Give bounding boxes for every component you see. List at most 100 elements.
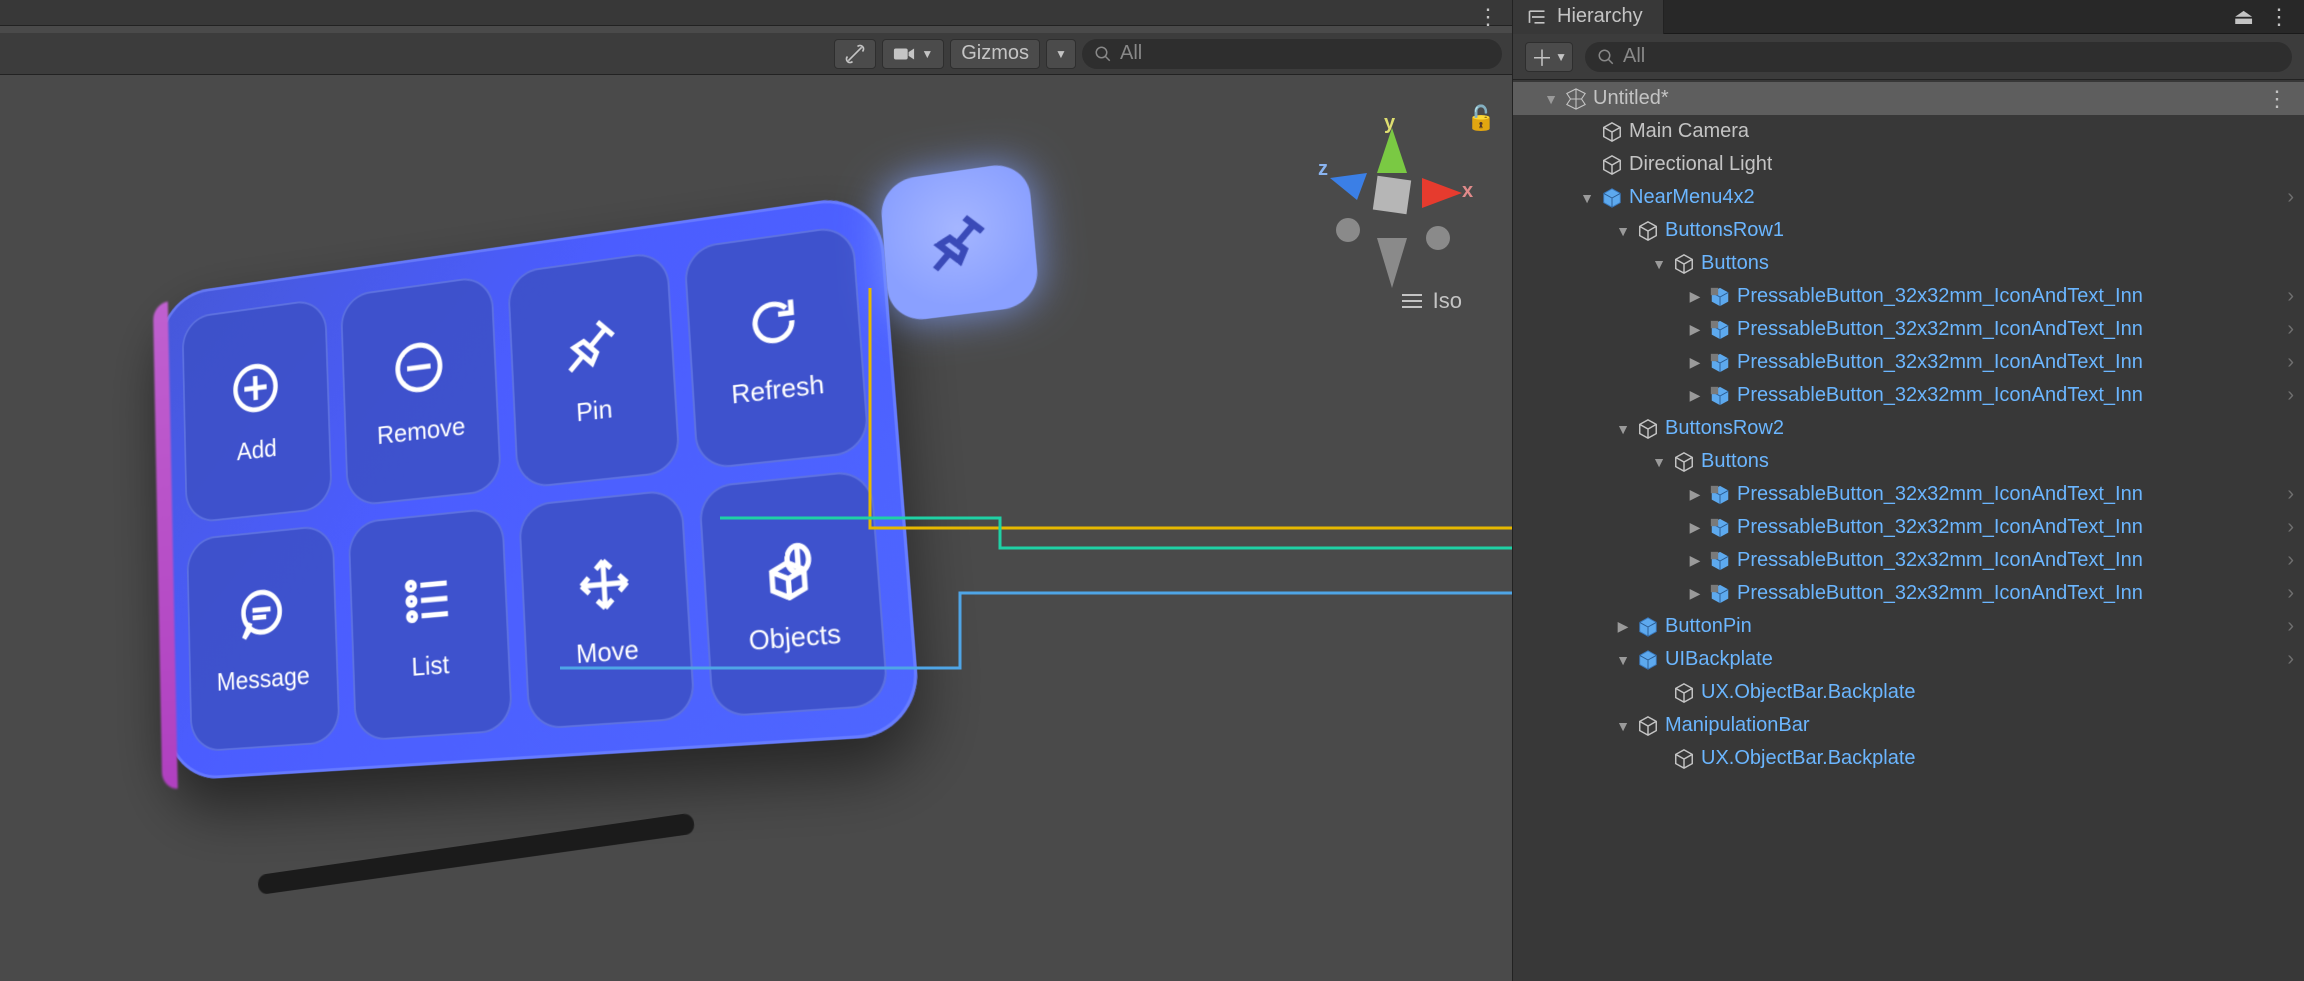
hierarchy-tabbar: Hierarchy ⏏ ⋮ xyxy=(1513,0,2304,34)
scene-tools-button[interactable] xyxy=(834,39,876,69)
panel-menu-icon[interactable]: ⋮ xyxy=(2268,4,2290,30)
hierarchy-row[interactable]: PressableButton_32x32mm_IconAndText_Inn … xyxy=(1513,478,2304,511)
prefab-open-chevron-icon[interactable]: › xyxy=(2287,582,2294,605)
hierarchy-row[interactable]: ButtonsRow1 xyxy=(1513,214,2304,247)
scene-camera-button[interactable]: ▼ xyxy=(882,39,944,69)
hierarchy-search-input[interactable]: All xyxy=(1585,42,2292,72)
foldout-arrow-icon[interactable] xyxy=(1651,454,1667,470)
gameobject-cube-icon xyxy=(1637,616,1659,638)
hierarchy-tab-label: Hierarchy xyxy=(1557,5,1643,28)
prefab-open-chevron-icon[interactable]: › xyxy=(2287,615,2294,638)
foldout-arrow-icon[interactable] xyxy=(1687,552,1703,569)
hierarchy-tab[interactable]: Hierarchy xyxy=(1513,0,1664,34)
foldout-arrow-icon[interactable] xyxy=(1687,288,1703,305)
hierarchy-row[interactable]: UX.ObjectBar.Backplate xyxy=(1513,742,2304,775)
foldout-arrow-icon[interactable] xyxy=(1687,486,1703,503)
foldout-arrow-icon[interactable] xyxy=(1615,718,1631,734)
refresh-icon xyxy=(740,287,807,357)
near-menu-button-add[interactable]: Add xyxy=(182,298,333,524)
hierarchy-item-label: PressableButton_32x32mm_IconAndText_Inn xyxy=(1737,285,2143,308)
hierarchy-row[interactable]: PressableButton_32x32mm_IconAndText_Inn … xyxy=(1513,280,2304,313)
prefab-open-chevron-icon[interactable]: › xyxy=(2287,516,2294,539)
near-menu-button-move[interactable]: Move xyxy=(518,488,696,730)
gizmos-dropdown[interactable]: Gizmos xyxy=(950,39,1040,69)
prefab-open-chevron-icon[interactable]: › xyxy=(2287,549,2294,572)
projection-toggle[interactable]: Iso xyxy=(1401,288,1462,314)
scene-search-placeholder: All xyxy=(1120,42,1142,65)
hierarchy-row[interactable]: Buttons xyxy=(1513,445,2304,478)
gameobject-cube-icon xyxy=(1601,187,1623,209)
hierarchy-create-button[interactable]: ＋ ▼ xyxy=(1525,42,1573,72)
hierarchy-row[interactable]: PressableButton_32x32mm_IconAndText_Inn … xyxy=(1513,346,2304,379)
panel-lock-icon[interactable]: ⏏ xyxy=(2233,4,2254,30)
search-icon xyxy=(1094,45,1112,63)
scene-viewport[interactable]: 🔓 y x z Iso xyxy=(0,78,1512,981)
prefab-open-chevron-icon[interactable]: › xyxy=(2287,285,2294,308)
hierarchy-row[interactable]: Buttons xyxy=(1513,247,2304,280)
foldout-arrow-icon[interactable] xyxy=(1615,618,1631,635)
prefab-open-chevron-icon[interactable]: › xyxy=(2287,351,2294,374)
hierarchy-row[interactable]: UIBackplate › xyxy=(1513,643,2304,676)
near-menu-button-list[interactable]: List xyxy=(348,507,514,742)
foldout-arrow-icon[interactable] xyxy=(1615,223,1631,239)
gizmos-label: Gizmos xyxy=(961,42,1029,65)
prefab-open-chevron-icon[interactable]: › xyxy=(2287,648,2294,671)
gameobject-cube-icon xyxy=(1673,253,1695,275)
hierarchy-row[interactable]: PressableButton_32x32mm_IconAndText_Inn … xyxy=(1513,379,2304,412)
hierarchy-row[interactable]: Directional Light xyxy=(1513,148,2304,181)
hierarchy-row[interactable]: ButtonsRow2 xyxy=(1513,412,2304,445)
axis-gizmo[interactable]: y x z xyxy=(1312,118,1472,298)
foldout-arrow-icon[interactable] xyxy=(1687,354,1703,371)
gameobject-cube-icon xyxy=(1709,319,1731,341)
foldout-arrow-icon[interactable] xyxy=(1687,321,1703,338)
foldout-arrow-icon[interactable] xyxy=(1615,421,1631,437)
gameobject-cube-icon xyxy=(1601,121,1623,143)
scene-search-input[interactable]: All xyxy=(1082,39,1502,69)
hierarchy-item-label: ButtonsRow1 xyxy=(1665,219,1784,242)
hierarchy-row[interactable]: PressableButton_32x32mm_IconAndText_Inn … xyxy=(1513,577,2304,610)
hierarchy-toolbar: ＋ ▼ All xyxy=(1513,34,2304,80)
gameobject-cube-icon xyxy=(1709,385,1731,407)
near-menu-button-label: Objects xyxy=(748,617,842,657)
list-icon xyxy=(398,566,458,632)
hierarchy-row[interactable]: PressableButton_32x32mm_IconAndText_Inn … xyxy=(1513,511,2304,544)
foldout-arrow-icon[interactable] xyxy=(1651,256,1667,272)
iso-lines-icon xyxy=(1401,292,1423,310)
gizmos-caret-button[interactable]: ▼ xyxy=(1046,39,1076,69)
dropdown-caret-icon: ▼ xyxy=(1555,50,1567,64)
scene-view: ⋮ ▼ Gizmos ▼ All 🔓 xyxy=(0,0,1512,981)
foldout-arrow-icon[interactable] xyxy=(1579,190,1595,206)
hierarchy-row[interactable]: ManipulationBar xyxy=(1513,709,2304,742)
hierarchy-row[interactable]: NearMenu4x2 › xyxy=(1513,181,2304,214)
button-pin-floating[interactable] xyxy=(879,161,1040,324)
hierarchy-row[interactable]: Main Camera xyxy=(1513,115,2304,148)
foldout-arrow-icon[interactable] xyxy=(1615,652,1631,668)
gameobject-cube-icon xyxy=(1709,286,1731,308)
foldout-arrow-icon[interactable] xyxy=(1687,585,1703,602)
prefab-open-chevron-icon[interactable]: › xyxy=(2287,483,2294,506)
prefab-open-chevron-icon[interactable]: › xyxy=(2287,186,2294,209)
objects-icon xyxy=(756,532,825,602)
scene-context-menu-icon[interactable]: ⋮ xyxy=(2266,86,2294,112)
scene-name-label: Untitled* xyxy=(1593,87,1669,110)
prefab-open-chevron-icon[interactable]: › xyxy=(2287,384,2294,407)
foldout-arrow-icon[interactable] xyxy=(1687,387,1703,404)
foldout-arrow-icon[interactable] xyxy=(1543,91,1559,107)
hierarchy-item-label: UX.ObjectBar.Backplate xyxy=(1701,747,1916,770)
foldout-arrow-icon[interactable] xyxy=(1687,519,1703,536)
gameobject-cube-icon xyxy=(1637,649,1659,671)
prefab-open-chevron-icon[interactable]: › xyxy=(2287,318,2294,341)
move-icon xyxy=(572,550,636,618)
near-menu-button-refresh[interactable]: Refresh xyxy=(683,224,870,470)
scene-tab-overflow-icon[interactable]: ⋮ xyxy=(1477,4,1500,30)
hierarchy-item-label: PressableButton_32x32mm_IconAndText_Inn xyxy=(1737,582,2143,605)
hierarchy-row[interactable]: PressableButton_32x32mm_IconAndText_Inn … xyxy=(1513,313,2304,346)
manipulation-bar[interactable] xyxy=(257,812,696,895)
near-menu-button-objects[interactable]: Objects xyxy=(698,469,890,718)
scene-root-row[interactable]: Untitled* ⋮ xyxy=(1513,82,2304,115)
gameobject-cube-icon xyxy=(1709,517,1731,539)
hierarchy-row[interactable]: UX.ObjectBar.Backplate xyxy=(1513,676,2304,709)
hierarchy-row[interactable]: PressableButton_32x32mm_IconAndText_Inn … xyxy=(1513,544,2304,577)
hierarchy-item-label: ButtonsRow2 xyxy=(1665,417,1784,440)
hierarchy-row[interactable]: ButtonPin › xyxy=(1513,610,2304,643)
